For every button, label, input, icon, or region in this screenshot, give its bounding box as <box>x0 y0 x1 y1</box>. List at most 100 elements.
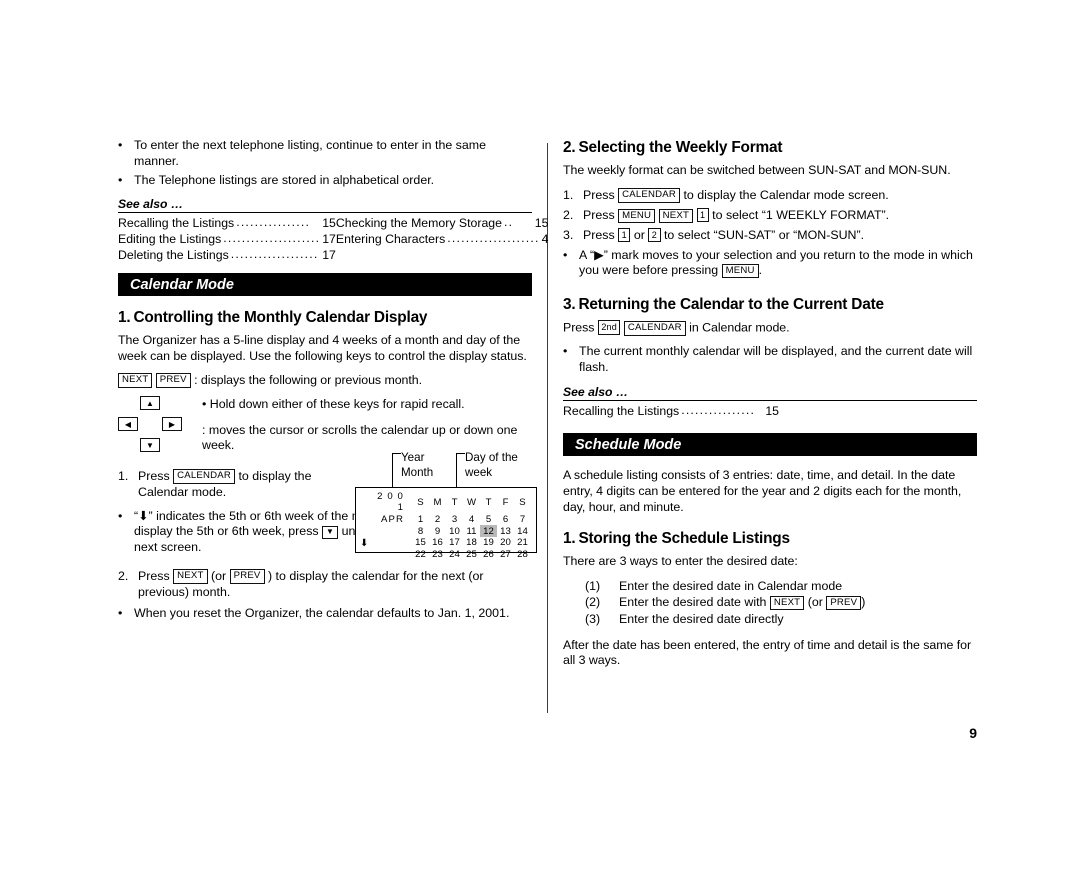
scroll-down-glyph-icon: ⬇ <box>138 508 149 523</box>
section-intro: The Organizer has a 5-line display and 4… <box>118 333 527 363</box>
calendar-grid: 2 0 0 1 S M T W T F S APR 1 2 3 4 5 6 7 … <box>372 491 531 560</box>
key-prev[interactable]: PREV <box>229 569 265 584</box>
dpad-text: • Hold down either of these keys for rap… <box>202 396 532 454</box>
see-also-entry[interactable]: Recalling the Listings ................ … <box>563 403 779 419</box>
calendar-day: 20 <box>500 537 511 549</box>
bullet-glyph: • <box>563 344 568 359</box>
calendar-day: 17 <box>449 537 460 549</box>
see-also-entry-name: Editing the Listings <box>118 231 222 246</box>
calendar-day: 25 <box>466 548 477 560</box>
see-also-entry-page: 15 <box>765 404 779 419</box>
mode-banner-calendar: Calendar Mode <box>118 273 532 297</box>
key-next[interactable]: NEXT <box>658 208 694 223</box>
arrow-down-icon[interactable]: ▼ <box>140 438 160 453</box>
key-1[interactable]: 1 <box>618 227 631 243</box>
bullet-item: • The Telephone listings are stored in a… <box>118 173 532 189</box>
key-prev[interactable]: PREV <box>155 373 191 388</box>
callout-year: Year <box>401 451 425 464</box>
key-1[interactable]: 1 <box>696 207 709 222</box>
step-number: 1. <box>563 187 574 202</box>
see-also-entry-page: 15 <box>322 215 336 230</box>
key-2[interactable]: 2 <box>648 227 661 243</box>
key-calendar[interactable]: CALENDAR <box>618 188 680 203</box>
key-calendar[interactable]: CALENDAR <box>623 321 686 336</box>
see-also-block: See also … Recalling the Listings ......… <box>563 385 977 419</box>
list-text-mid: (or <box>807 595 823 610</box>
dpad-block: ▲ ▼ ◀ ▶ • Hold down either of these keys… <box>118 396 532 454</box>
list-item: (3) Enter the desired date directly <box>563 611 977 628</box>
calendar-day: 1 <box>417 513 424 525</box>
callout-day-of-week: Day of the <box>465 451 518 464</box>
arrow-up-icon[interactable]: ▲ <box>140 396 160 411</box>
step-item: 2. Press NEXT (or PREV ) to display the … <box>118 568 532 601</box>
list-text: Enter the desired date directly <box>619 612 784 627</box>
scroll-down-indicator-icon: ⬇ <box>360 538 369 549</box>
list-item: (1) Enter the desired date in Calendar m… <box>563 578 977 595</box>
step-text-pre: Press <box>138 468 170 483</box>
calendar-day: 23 <box>432 548 443 560</box>
sub-list: (1) Enter the desired date in Calendar m… <box>563 578 977 628</box>
dpad-note: • Hold down either of these keys for rap… <box>202 397 465 412</box>
see-also-entry[interactable]: Entering Characters ....................… <box>336 231 549 247</box>
see-also-entry-name: Recalling the Listings <box>118 215 235 230</box>
callout-month: Month <box>401 466 434 479</box>
key-calendar[interactable]: CALENDAR <box>173 469 235 484</box>
leader-dots: ................ <box>236 214 311 229</box>
see-also-entry[interactable]: Editing the Listings ...................… <box>118 231 336 247</box>
step-item: 1. Press CALENDAR to display the Calenda… <box>563 187 977 203</box>
quote-open: A “ <box>579 247 595 262</box>
callout-week: week <box>465 466 493 479</box>
step-item: 2. Press MENU NEXT 1 to select “1 WEEKLY… <box>563 207 977 223</box>
leader-dots: ................... <box>230 247 319 262</box>
see-also-entry-name: Entering Characters <box>335 231 446 246</box>
list-text: Enter the desired date with NEXT (or PRE… <box>619 594 977 611</box>
step-text: Press MENU NEXT 1 to select “1 WEEKLY FO… <box>583 207 977 223</box>
key-prev[interactable]: PREV <box>826 595 862 611</box>
key-arrow-down[interactable]: ▼ <box>322 525 339 539</box>
key-next[interactable]: NEXT <box>118 373 153 388</box>
weekday-header: W <box>466 496 477 508</box>
calendar-blank <box>372 525 412 537</box>
key-next[interactable]: NEXT <box>769 595 805 611</box>
calendar-day: 5 <box>485 513 492 525</box>
see-also-entry[interactable]: Checking the Memory Storage .. 15 <box>336 215 549 231</box>
calendar-blank <box>372 537 412 549</box>
table-row: APR 1 2 3 4 5 6 7 <box>372 514 531 526</box>
key-menu[interactable]: MENU <box>618 208 656 223</box>
see-also-entry[interactable]: Deleting the Listings ..................… <box>118 247 336 263</box>
arrow-left-icon[interactable]: ◀ <box>118 417 138 432</box>
section-intro: There are 3 ways to enter the desired da… <box>563 554 798 569</box>
bullet-text: The current monthly calendar will be dis… <box>579 344 973 374</box>
calendar-day: 16 <box>432 537 443 549</box>
step-text: Press NEXT (or PREV ) to display the cal… <box>138 568 532 601</box>
key-next[interactable]: NEXT <box>173 569 208 584</box>
table-row: 8 9 10 11 12 13 14 <box>372 525 531 537</box>
see-also-cell: Recalling the Listings ................ … <box>118 215 336 264</box>
weekday-header: F <box>502 496 509 508</box>
calendar-day: 15 <box>415 537 426 549</box>
section-heading-return-current-date: 3. Returning the Calendar to the Current… <box>563 295 977 314</box>
right-column: 2. Selecting the Weekly Format The weekl… <box>563 138 977 669</box>
key-2nd[interactable]: 2nd <box>597 320 621 335</box>
page-number: 9 <box>969 725 977 741</box>
bullet-glyph: • <box>563 247 568 262</box>
key-menu[interactable]: MENU <box>721 263 759 279</box>
keys-line: NEXT PREV : displays the following or pr… <box>118 373 532 389</box>
calendar-day: 28 <box>517 548 528 560</box>
bullet-item: • When you reset the Organizer, the cale… <box>118 606 532 622</box>
step-item: 3. Press 1 or 2 to select “SUN-SAT” or “… <box>563 227 977 243</box>
see-also-entry[interactable]: Recalling the Listings ................ … <box>118 215 336 231</box>
lcd-calendar-figure: Year Month Day of the week ⬇ 2 0 0 1 S M… <box>355 450 537 560</box>
see-also-title: See also … <box>563 385 629 400</box>
see-also-entry-name: Deleting the Listings <box>118 248 229 263</box>
calendar-day: 11 <box>466 525 477 537</box>
see-also-block: See also … Recalling the Listings ......… <box>118 197 548 264</box>
section-number: 2. <box>563 139 576 156</box>
leader-dots: ................ <box>681 403 756 418</box>
step-number: 3. <box>563 228 574 243</box>
calendar-day: 8 <box>417 525 424 537</box>
weekday-header: M <box>433 496 442 508</box>
arrow-right-icon[interactable]: ▶ <box>162 417 182 432</box>
bullet-text: A “▶” mark moves to your selection and y… <box>579 248 977 279</box>
step-text: Press CALENDAR to display the Calendar m… <box>583 187 977 203</box>
